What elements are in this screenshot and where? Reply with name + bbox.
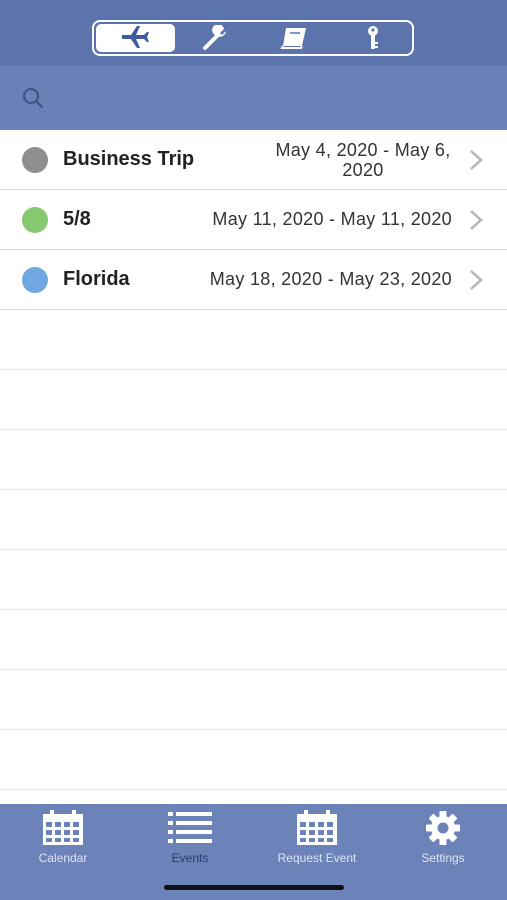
book-icon <box>280 28 307 49</box>
event-name: Florida <box>63 268 130 290</box>
event-color-dot <box>22 267 48 293</box>
gear-icon <box>426 811 460 845</box>
segment-keys[interactable] <box>334 22 413 54</box>
empty-row <box>0 550 507 610</box>
empty-row <box>0 730 507 790</box>
events-list: Business Trip May 4, 2020 - May 6, 2020 … <box>0 130 507 790</box>
airplane-icon <box>122 26 150 48</box>
chevron-right-icon <box>470 150 483 170</box>
empty-row <box>0 490 507 550</box>
chevron-right-icon <box>470 210 483 230</box>
tab-label: Calendar <box>38 851 88 865</box>
segment-travel[interactable] <box>96 24 175 52</box>
home-indicator <box>164 885 344 890</box>
event-row[interactable]: 5/8 May 11, 2020 - May 11, 2020 <box>0 190 507 250</box>
tab-label: Events <box>171 851 209 865</box>
event-row[interactable]: Business Trip May 4, 2020 - May 6, 2020 <box>0 130 507 190</box>
empty-row <box>0 430 507 490</box>
calendar-request-icon <box>297 810 337 845</box>
tab-settings[interactable]: Settings <box>393 810 493 865</box>
tab-calendar[interactable]: Calendar <box>13 810 113 865</box>
event-color-dot <box>22 207 48 233</box>
empty-row <box>0 310 507 370</box>
event-dates: May 18, 2020 - May 23, 2020 <box>209 269 452 289</box>
category-segmented-control <box>92 20 414 56</box>
tab-label: Request Event <box>277 851 357 865</box>
event-color-dot <box>22 147 48 173</box>
tab-label: Settings <box>421 851 465 865</box>
event-row[interactable]: Florida May 18, 2020 - May 23, 2020 <box>0 250 507 310</box>
chevron-right-icon <box>470 270 483 290</box>
event-dates: May 11, 2020 - May 11, 2020 <box>212 209 452 229</box>
empty-row <box>0 670 507 730</box>
calendar-icon <box>43 810 83 845</box>
event-name: Business Trip <box>63 148 195 170</box>
event-name: 5/8 <box>63 208 91 230</box>
search-icon <box>23 88 44 109</box>
top-navigation-bar <box>0 0 507 66</box>
empty-row <box>0 610 507 670</box>
segment-maintenance[interactable] <box>177 22 256 54</box>
empty-row <box>0 370 507 430</box>
key-icon <box>367 26 378 49</box>
segment-notes[interactable] <box>255 22 334 54</box>
event-dates: May 4, 2020 - May 6, 2020 <box>275 140 451 180</box>
tab-events[interactable]: Events <box>140 810 240 865</box>
tab-request-event[interactable]: Request Event <box>267 810 367 865</box>
wrench-icon <box>202 25 226 50</box>
list-icon <box>168 812 212 843</box>
search-input[interactable] <box>52 80 486 116</box>
